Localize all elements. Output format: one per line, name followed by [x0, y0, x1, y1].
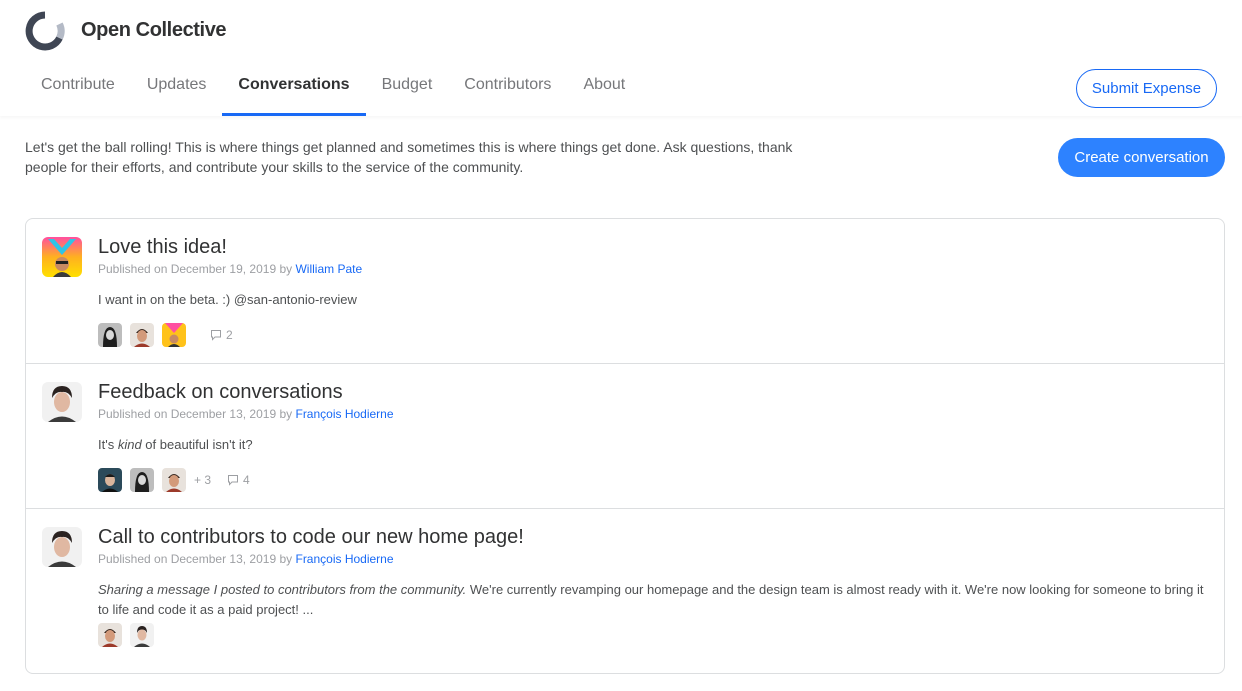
- published-date: Published on December 19, 2019 by: [98, 262, 293, 276]
- published-date: Published on December 13, 2019 by: [98, 407, 293, 421]
- tab-about[interactable]: About: [567, 64, 641, 116]
- conversation-preview: It's kind of beautiful isn't it?: [98, 435, 1213, 455]
- participant-avatar[interactable]: [162, 323, 186, 347]
- conversation-list: Love this idea! Published on December 19…: [25, 218, 1225, 674]
- author-link[interactable]: François Hodierne: [295, 552, 393, 566]
- author-avatar[interactable]: [42, 382, 82, 422]
- author-link[interactable]: William Pate: [295, 262, 362, 276]
- participants: 2: [98, 323, 233, 347]
- collective-nav: Contribute Updates Conversations Budget …: [25, 64, 641, 116]
- conversation-preview: Sharing a message I posted to contributo…: [98, 580, 1213, 620]
- preview-text: It's: [98, 437, 118, 452]
- collective-header: Open Collective Contribute Updates Conve…: [0, 0, 1242, 116]
- conversation-item: Call to contributors to code our new hom…: [26, 509, 1224, 673]
- author-link[interactable]: François Hodierne: [295, 407, 393, 421]
- conversation-meta: Published on December 13, 2019 by Franço…: [98, 552, 394, 566]
- conversation-title[interactable]: Feedback on conversations: [98, 381, 343, 404]
- participant-avatar[interactable]: [98, 623, 122, 647]
- collective-name[interactable]: Open Collective: [81, 19, 227, 42]
- preview-text: of beautiful isn't it?: [141, 437, 253, 452]
- conversation-item: Feedback on conversations Published on D…: [26, 364, 1224, 509]
- create-conversation-button[interactable]: Create conversation: [1058, 138, 1225, 177]
- participant-avatar[interactable]: [98, 323, 122, 347]
- conversation-title[interactable]: Love this idea!: [98, 236, 227, 259]
- conversation-item: Love this idea! Published on December 19…: [26, 219, 1224, 364]
- participant-avatar[interactable]: [130, 623, 154, 647]
- preview-emphasis: kind: [117, 437, 142, 452]
- open-collective-logo[interactable]: [25, 11, 65, 51]
- comment-count: 4: [227, 473, 250, 487]
- conversation-meta: Published on December 19, 2019 by Willia…: [98, 262, 362, 276]
- comment-count-value: 4: [243, 473, 250, 487]
- submit-expense-button[interactable]: Submit Expense: [1076, 69, 1217, 108]
- tab-budget[interactable]: Budget: [366, 64, 449, 116]
- participant-avatar[interactable]: [130, 323, 154, 347]
- conversation-title[interactable]: Call to contributors to code our new hom…: [98, 526, 524, 549]
- comment-count: 2: [210, 328, 233, 342]
- participant-avatar[interactable]: [130, 468, 154, 492]
- tab-updates[interactable]: Updates: [131, 64, 223, 116]
- author-avatar[interactable]: [42, 237, 82, 277]
- preview-emphasis: Sharing a message I posted to contributo…: [98, 582, 467, 597]
- comment-icon: [211, 330, 221, 341]
- tab-contribute[interactable]: Contribute: [25, 64, 131, 116]
- participant-avatar[interactable]: [162, 468, 186, 492]
- more-participants: + 3: [194, 473, 212, 487]
- conversation-preview: I want in on the beta. :) @san-antonio-r…: [98, 292, 357, 307]
- published-date: Published on December 13, 2019 by: [98, 552, 293, 566]
- tab-contributors[interactable]: Contributors: [448, 64, 567, 116]
- conversations-intro: Let's get the ball rolling! This is wher…: [25, 139, 793, 175]
- participant-avatar[interactable]: [98, 468, 122, 492]
- comment-count-value: 2: [226, 328, 233, 342]
- tab-conversations[interactable]: Conversations: [222, 64, 366, 116]
- comment-icon: [228, 475, 239, 486]
- participants: + 3 4: [98, 468, 250, 492]
- participants: [98, 623, 162, 647]
- author-avatar[interactable]: [42, 527, 82, 567]
- conversation-meta: Published on December 13, 2019 by Franço…: [98, 407, 394, 421]
